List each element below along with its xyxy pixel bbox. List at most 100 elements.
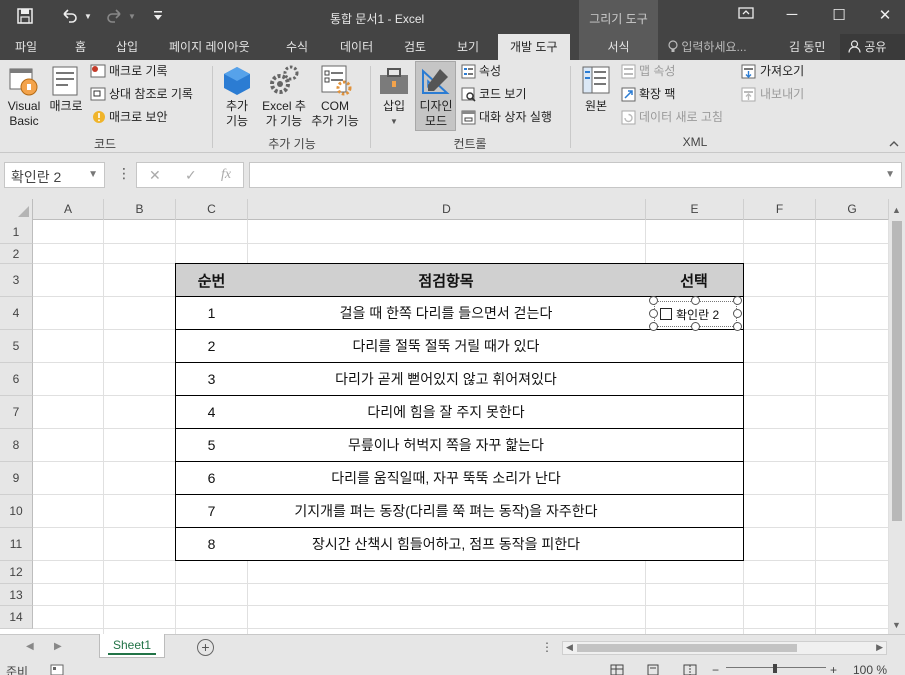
cancel-icon[interactable]: ✕ — [149, 167, 161, 184]
row-header-7[interactable]: 7 — [0, 396, 33, 429]
resize-handle[interactable] — [691, 296, 700, 305]
tab-formulas[interactable]: 수식 — [286, 38, 308, 55]
resize-handle[interactable] — [733, 296, 742, 305]
column-header-d[interactable]: D — [248, 199, 646, 220]
select-all-button[interactable] — [0, 199, 33, 220]
row-header-2[interactable]: 2 — [0, 244, 33, 264]
undo-dropdown-icon[interactable]: ▼ — [84, 12, 92, 21]
resize-handle[interactable] — [649, 322, 658, 331]
zoom-out-icon[interactable]: − — [712, 663, 719, 675]
table-cell-number[interactable]: 7 — [175, 495, 248, 528]
refresh-data-button[interactable]: 데이터 새로 고침 — [639, 110, 723, 125]
table-cell-number[interactable]: 4 — [175, 396, 248, 429]
tab-insert[interactable]: 삽입 — [116, 38, 138, 55]
table-cell-item[interactable]: 다리를 절뚝 절뚝 거릴 때가 있다 — [247, 330, 646, 363]
minimize-button[interactable]: ─ — [777, 6, 807, 23]
macro-recording-icon[interactable] — [50, 664, 64, 675]
table-cell-select[interactable] — [645, 462, 744, 495]
row-header-11[interactable]: 11 — [0, 528, 33, 561]
scroll-down-icon[interactable]: ▼ — [892, 620, 901, 630]
name-box[interactable]: 확인란 2 ▼ — [4, 162, 105, 188]
user-name[interactable]: 김 동민 — [789, 38, 825, 55]
worksheet-grid[interactable]: ABCDEFG 1 2 3 4 5 6 7 8 9 10 11 12 13 14 순번 점검항목 선택 1 걸을 때… — [0, 199, 889, 634]
column-header-f[interactable]: F — [744, 199, 816, 220]
import-button[interactable]: 가져오기 — [760, 64, 804, 79]
tab-file[interactable]: 파일 — [15, 38, 37, 55]
insert-function-icon[interactable]: fx — [221, 167, 231, 183]
table-cell-select[interactable] — [645, 528, 744, 561]
tab-page-layout[interactable]: 페이지 레이아웃 — [169, 38, 250, 55]
name-box-dropdown-icon[interactable]: ▼ — [88, 169, 98, 180]
row-header-5[interactable]: 5 — [0, 330, 33, 363]
row-header-6[interactable]: 6 — [0, 363, 33, 396]
normal-view-icon[interactable] — [610, 664, 624, 675]
next-sheet-icon[interactable]: ▶ — [54, 641, 62, 652]
row-header-13[interactable]: 13 — [0, 584, 33, 606]
table-cell-number[interactable]: 5 — [175, 429, 248, 462]
row-header-12[interactable]: 12 — [0, 561, 33, 584]
table-cell-select[interactable] — [645, 429, 744, 462]
view-code-button[interactable]: 코드 보기 — [479, 87, 527, 102]
page-break-view-icon[interactable] — [683, 664, 697, 675]
save-icon[interactable] — [16, 7, 34, 29]
xml-source-button[interactable]: 원본 — [577, 99, 615, 114]
macro-security-button[interactable]: 매크로 보안 — [109, 110, 168, 125]
tab-format[interactable]: 서식 — [579, 34, 658, 60]
enter-icon[interactable]: ✓ — [185, 167, 197, 184]
expand-formula-icon[interactable]: ▼ — [885, 169, 895, 180]
table-cell-item[interactable]: 걸을 때 한쪽 다리를 들으면서 걷는다 — [247, 297, 646, 330]
page-layout-view-icon[interactable] — [646, 664, 660, 675]
customize-qat-icon[interactable] — [153, 10, 163, 25]
zoom-slider-thumb[interactable] — [773, 664, 777, 673]
redo-dropdown-icon[interactable]: ▼ — [128, 12, 136, 21]
table-cell-number[interactable]: 1 — [175, 297, 248, 330]
table-cell-item[interactable]: 다리를 움직일때, 자꾸 뚝뚝 소리가 난다 — [247, 462, 646, 495]
maximize-button[interactable]: ☐ — [824, 6, 854, 24]
resize-handle[interactable] — [649, 309, 658, 318]
horizontal-scroll-thumb[interactable] — [577, 644, 797, 652]
table-header-cell[interactable]: 점검항목 — [247, 263, 646, 297]
row-header-4[interactable]: 4 — [0, 297, 33, 330]
undo-icon[interactable] — [60, 7, 80, 29]
relative-reference-button[interactable]: 상대 참조로 기록 — [109, 87, 193, 102]
table-cell-select[interactable] — [645, 330, 744, 363]
table-header-cell[interactable]: 선택 — [645, 263, 744, 297]
resize-handle[interactable] — [649, 296, 658, 305]
insert-control-button[interactable]: 삽입 ▼ — [376, 99, 412, 129]
tab-developer[interactable]: 개발 도구 — [498, 34, 570, 60]
zoom-in-icon[interactable]: + — [830, 663, 837, 675]
map-properties-button[interactable]: 맵 속성 — [639, 64, 675, 79]
zoom-level[interactable]: 100 % — [853, 663, 887, 675]
redo-icon[interactable] — [104, 7, 124, 29]
table-header-cell[interactable]: 순번 — [175, 263, 248, 297]
table-cell-number[interactable]: 3 — [175, 363, 248, 396]
visual-basic-button[interactable]: Visual Basic — [4, 99, 44, 129]
column-header-e[interactable]: E — [646, 199, 744, 220]
table-cell-select[interactable] — [645, 363, 744, 396]
row-header-1[interactable]: 1 — [0, 220, 33, 244]
run-dialog-button[interactable]: 대화 상자 실행 — [479, 110, 552, 125]
excel-addins-button[interactable]: Excel 추 가 기능 — [259, 99, 309, 129]
horizontal-scrollbar[interactable]: ◀ ▶ — [562, 641, 887, 655]
properties-button[interactable]: 속성 — [479, 64, 501, 79]
share-button[interactable]: 공유 — [840, 34, 905, 60]
expansion-packs-button[interactable]: 확장 팩 — [639, 87, 675, 102]
add-sheet-icon[interactable]: + — [197, 639, 214, 656]
vertical-scroll-thumb[interactable] — [892, 221, 902, 521]
formula-input[interactable]: ▼ — [249, 162, 902, 188]
scroll-up-icon[interactable]: ▲ — [892, 205, 901, 215]
close-button[interactable]: ✕ — [870, 6, 900, 24]
column-header-a[interactable]: A — [33, 199, 104, 220]
table-cell-select[interactable] — [645, 396, 744, 429]
table-cell-select[interactable] — [645, 495, 744, 528]
resize-handle[interactable] — [733, 322, 742, 331]
table-cell-item[interactable]: 기지개를 펴는 동장(다리를 쭉 펴는 동작)을 자주한다 — [247, 495, 646, 528]
design-mode-button[interactable]: 디자인 모드 — [415, 61, 456, 131]
com-addins-button[interactable]: COM 추가 기능 — [307, 99, 363, 129]
table-cell-number[interactable]: 2 — [175, 330, 248, 363]
more-options-icon[interactable]: ⋮ — [117, 165, 131, 182]
row-header-8[interactable]: 8 — [0, 429, 33, 462]
table-cell-number[interactable]: 8 — [175, 528, 248, 561]
checkbox-control[interactable]: 확인란 2 — [649, 296, 742, 331]
export-button[interactable]: 내보내기 — [760, 87, 804, 102]
